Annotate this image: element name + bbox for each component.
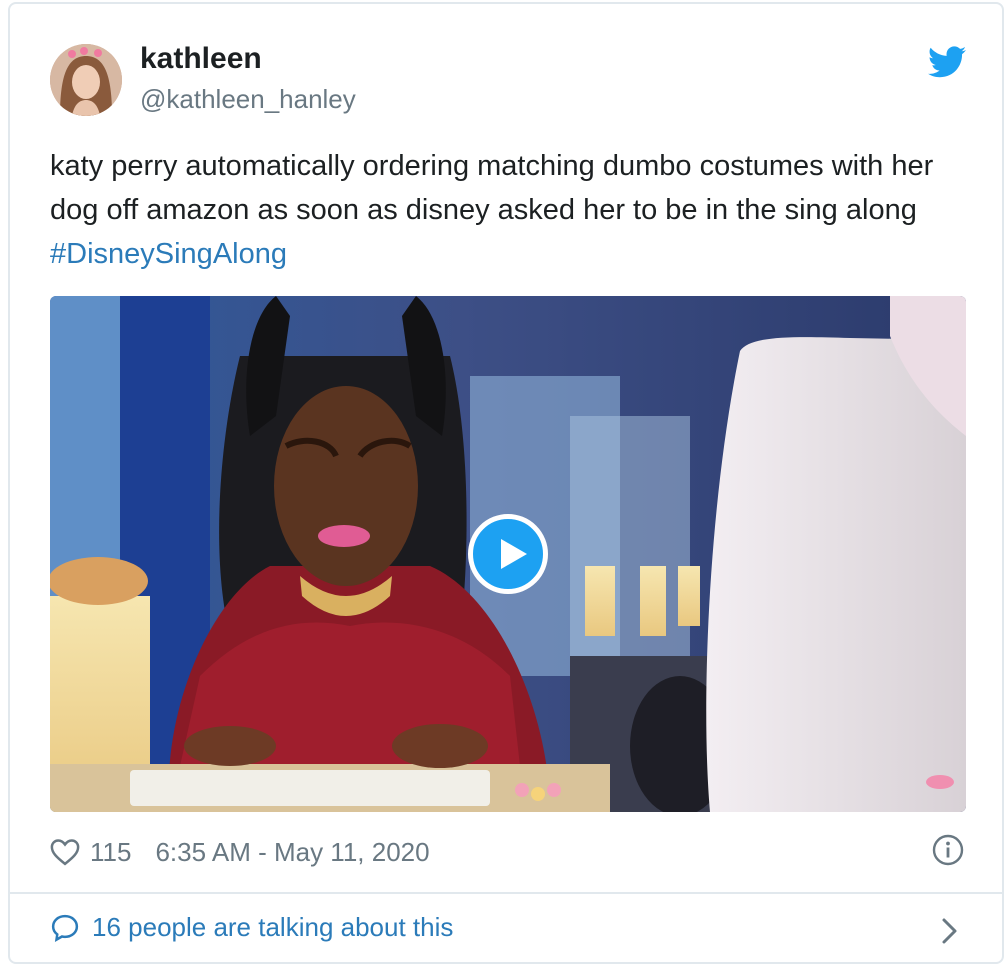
video-media[interactable]: [50, 296, 966, 812]
hashtag-link[interactable]: #DisneySingAlong: [50, 238, 287, 270]
play-button[interactable]: [468, 514, 548, 594]
avatar[interactable]: [50, 44, 122, 116]
twitter-bird-icon[interactable]: [928, 46, 966, 78]
tweet-meta: 115 6:35 AM - May 11, 2020: [50, 834, 430, 870]
tweet-card: kathleen @kathleen_hanley katy perry aut…: [8, 2, 1004, 964]
heart-icon[interactable]: [50, 838, 80, 866]
speech-bubble-icon: [51, 914, 79, 942]
user-name[interactable]: kathleen: [140, 42, 262, 76]
chevron-right-icon[interactable]: [940, 916, 960, 946]
conversation-label[interactable]: 16 people are talking about this: [92, 912, 453, 943]
like-count[interactable]: 115: [90, 837, 131, 868]
tweet-timestamp[interactable]: 6:35 AM - May 11, 2020: [155, 837, 429, 868]
divider: [10, 892, 1002, 894]
tweet-text: katy perry automatically ordering matchi…: [50, 144, 950, 276]
tweet-body: katy perry automatically ordering matchi…: [50, 150, 934, 226]
conversation-link[interactable]: 16 people are talking about this: [50, 912, 453, 943]
user-handle[interactable]: @kathleen_hanley: [140, 84, 356, 115]
info-icon[interactable]: [932, 834, 964, 866]
